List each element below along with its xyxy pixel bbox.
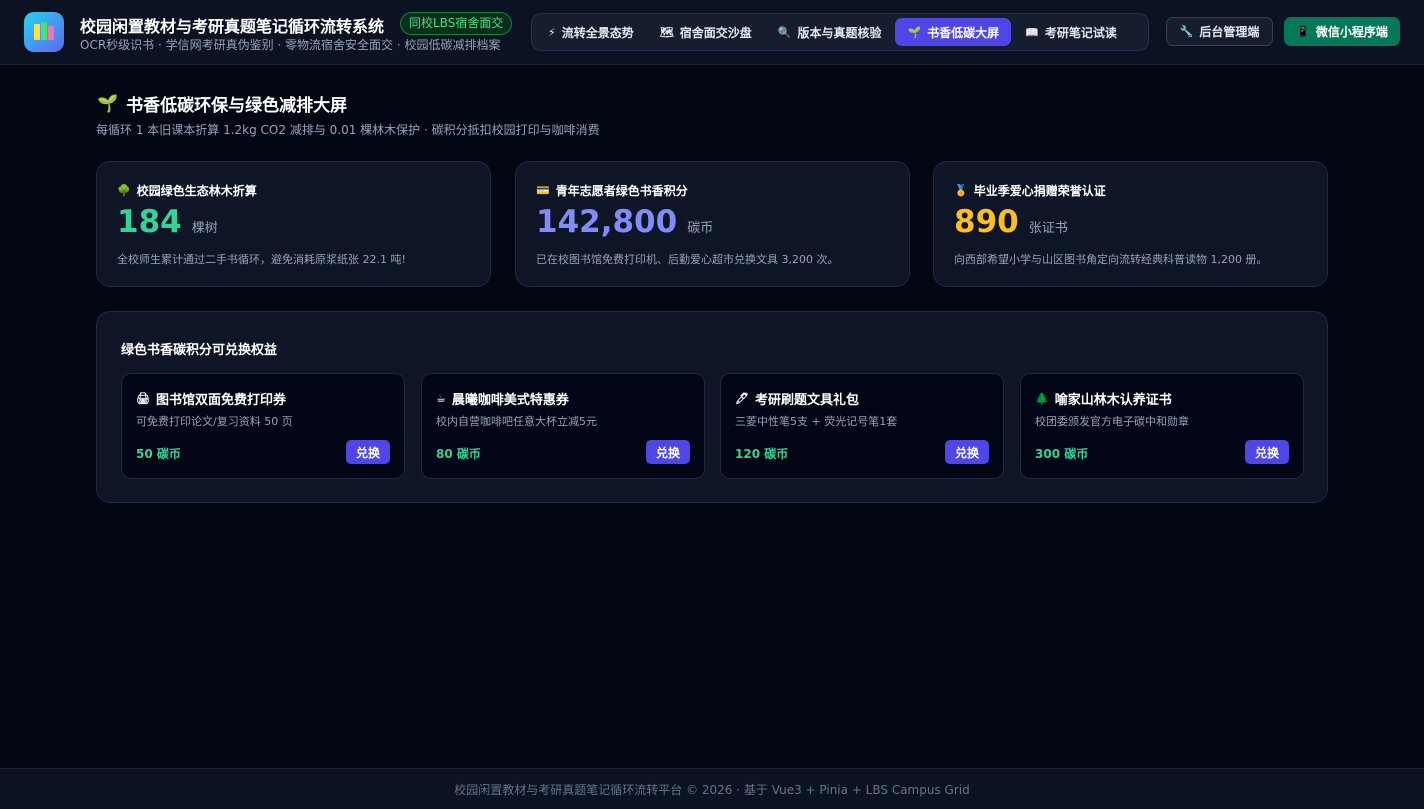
- app-title: 校园闲置教材与考研真题笔记循环流转系统: [80, 17, 385, 36]
- reward-name: 🌲 喻家山林木认养证书: [1035, 389, 1172, 408]
- rewards-title: 绿色书香碳积分可兑换权益: [121, 343, 278, 358]
- reward-name-text: 考研刷题文具礼包: [754, 393, 859, 408]
- reward-desc: 校团委颁发官方电子碳中和勋章: [1035, 415, 1189, 428]
- page-subtitle: 每循环 1 本旧课本折算 1.2kg CO2 减排与 0.01 棵林木保护 · …: [96, 123, 600, 137]
- reward-card-print: 🖨 图书馆双面免费打印券 可免费打印论文/复习资料 50 页 50 碳币 兑换: [121, 373, 405, 479]
- app-logo: [24, 12, 64, 52]
- reward-price: 80 碳币: [436, 447, 481, 461]
- nav-label: 流转全景态势: [561, 25, 634, 40]
- nav-label: 考研笔记试读: [1044, 25, 1117, 40]
- reward-name: ☕ 晨曦咖啡美式特惠券: [436, 389, 569, 408]
- wrench-icon: 🔧: [1179, 25, 1194, 38]
- stat-title-text: 青年志愿者绿色书香积分: [555, 184, 688, 198]
- redeem-button[interactable]: 兑换: [945, 440, 989, 464]
- stat-card-trees: 🌳 校园绿色生态林木折算 184 棵树 全校师生累计通过二手书循环，避免消耗原浆…: [96, 161, 491, 287]
- reward-name-text: 图书馆双面免费打印券: [155, 393, 286, 408]
- reward-name: 🖊 考研刷题文具礼包: [735, 389, 859, 408]
- stat-title-text: 校园绿色生态林木折算: [136, 184, 257, 198]
- nav-notes-trial[interactable]: 📖 考研笔记试读: [1013, 18, 1129, 46]
- reward-price: 120 碳币: [735, 447, 789, 461]
- reward-price: 300 碳币: [1035, 447, 1089, 461]
- redeem-button[interactable]: 兑换: [1245, 440, 1289, 464]
- lightning-icon: ⚡: [548, 25, 556, 39]
- card-icon: 💳: [536, 184, 550, 197]
- seedling-icon: 🌱: [97, 93, 119, 114]
- stat-value: 890: [954, 204, 1019, 240]
- stat-unit: 张证书: [1028, 221, 1068, 236]
- stat-desc: 向西部希望小学与山区图书角定向流转经典科普读物 1,200 册。: [954, 253, 1268, 266]
- stat-title: 💳 青年志愿者绿色书香积分: [536, 182, 688, 199]
- admin-button[interactable]: 🔧 后台管理端: [1166, 17, 1273, 46]
- reward-name-text: 晨曦咖啡美式特惠券: [451, 393, 569, 408]
- reward-card-tree-adoption: 🌲 喻家山林木认养证书 校团委颁发官方电子碳中和勋章 300 碳币 兑换: [1020, 373, 1304, 479]
- reward-name: 🖨 图书馆双面免费打印券: [136, 389, 286, 408]
- nav-label: 宿舍面交沙盘: [679, 25, 752, 40]
- evergreen-tree-icon: 🌲: [1035, 392, 1049, 405]
- seedling-icon: 🌱: [907, 25, 922, 39]
- stat-value-row: 142,800 碳币: [536, 204, 713, 240]
- stat-value-row: 184 棵树: [117, 204, 218, 240]
- reward-desc: 三菱中性笔5支 + 荧光记号笔1套: [735, 415, 898, 428]
- reward-card-coffee: ☕ 晨曦咖啡美式特惠券 校内自营咖啡吧任意大杯立减5元 80 碳币 兑换: [421, 373, 705, 479]
- reward-card-stationery: 🖊 考研刷题文具礼包 三菱中性笔5支 + 荧光记号笔1套 120 碳币 兑换: [720, 373, 1004, 479]
- stat-value: 142,800: [536, 204, 678, 240]
- printer-icon: 🖨: [136, 392, 150, 405]
- stat-value: 184: [117, 204, 182, 240]
- medal-icon: 🏅: [954, 184, 968, 197]
- redeem-button[interactable]: 兑换: [646, 440, 690, 464]
- stat-title: 🌳 校园绿色生态林木折算: [117, 182, 257, 199]
- lbs-badge: 同校LBS宿舍面交: [400, 12, 513, 35]
- main-nav: ⚡ 流转全景态势 🗺 宿舍面交沙盘 🔍 版本与真题核验 🌱 书香低碳大屏 📖 考…: [531, 13, 1149, 51]
- wechat-button[interactable]: 📱 微信小程序端: [1284, 17, 1400, 46]
- reward-name-text: 喻家山林木认养证书: [1054, 393, 1172, 408]
- stat-card-points: 💳 青年志愿者绿色书香积分 142,800 碳币 已在校图书馆免费打印机、后勤爱…: [515, 161, 910, 287]
- nav-dorm-sandbox[interactable]: 🗺 宿舍面交沙盘: [648, 18, 764, 46]
- phone-icon: 📱: [1296, 25, 1310, 38]
- nav-label: 版本与真题核验: [797, 25, 882, 40]
- app-subtitle: OCR秒级识书 · 学信网考研真伪鉴别 · 零物流宿舍安全面交 · 校园低碳减排…: [80, 38, 501, 52]
- nav-verification[interactable]: 🔍 版本与真题核验: [766, 18, 894, 46]
- reward-price: 50 碳币: [136, 447, 181, 461]
- top-header: 校园闲置教材与考研真题笔记循环流转系统 同校LBS宿舍面交 OCR秒级识书 · …: [0, 0, 1424, 65]
- stat-desc: 已在校图书馆免费打印机、后勤爱心超市兑换文具 3,200 次。: [536, 253, 839, 266]
- reward-desc: 校内自营咖啡吧任意大杯立减5元: [436, 415, 597, 428]
- books-icon: [34, 22, 54, 40]
- map-icon: 🗺: [659, 25, 674, 39]
- search-icon: 🔍: [777, 25, 792, 39]
- stat-unit: 碳币: [687, 221, 714, 236]
- tree-icon: 🌳: [117, 184, 131, 197]
- nav-label: 书香低碳大屏: [927, 25, 1000, 40]
- rewards-panel: 绿色书香碳积分可兑换权益 🖨 图书馆双面免费打印券 可免费打印论文/复习资料 5…: [96, 311, 1328, 503]
- nav-low-carbon[interactable]: 🌱 书香低碳大屏: [895, 18, 1012, 46]
- stat-title-text: 毕业季爱心捐赠荣誉认证: [973, 184, 1106, 198]
- stat-card-certificates: 🏅 毕业季爱心捐赠荣誉认证 890 张证书 向西部希望小学与山区图书角定向流转经…: [933, 161, 1328, 287]
- admin-button-label: 后台管理端: [1199, 25, 1260, 39]
- page-footer: 校园闲置教材与考研真题笔记循环流转平台 © 2026 · 基于 Vue3 + P…: [0, 768, 1424, 809]
- footer-text: 校园闲置教材与考研真题笔记循环流转平台 © 2026 · 基于 Vue3 + P…: [454, 782, 970, 797]
- reward-desc: 可免费打印论文/复习资料 50 页: [136, 415, 293, 428]
- stat-unit: 棵树: [191, 221, 218, 236]
- book-icon: 📖: [1025, 25, 1039, 39]
- nav-overview[interactable]: ⚡ 流转全景态势: [536, 18, 646, 46]
- coffee-icon: ☕: [436, 392, 446, 405]
- page-title-text: 书香低碳环保与绿色减排大屏: [126, 96, 348, 116]
- stat-value-row: 890 张证书: [954, 204, 1068, 240]
- page-title: 🌱 书香低碳环保与绿色减排大屏: [97, 91, 348, 117]
- pen-icon: 🖊: [735, 392, 749, 405]
- stat-desc: 全校师生累计通过二手书循环，避免消耗原浆纸张 22.1 吨!: [117, 253, 406, 266]
- stat-title: 🏅 毕业季爱心捐赠荣誉认证: [954, 182, 1106, 199]
- redeem-button[interactable]: 兑换: [346, 440, 390, 464]
- wechat-button-label: 微信小程序端: [1315, 25, 1388, 39]
